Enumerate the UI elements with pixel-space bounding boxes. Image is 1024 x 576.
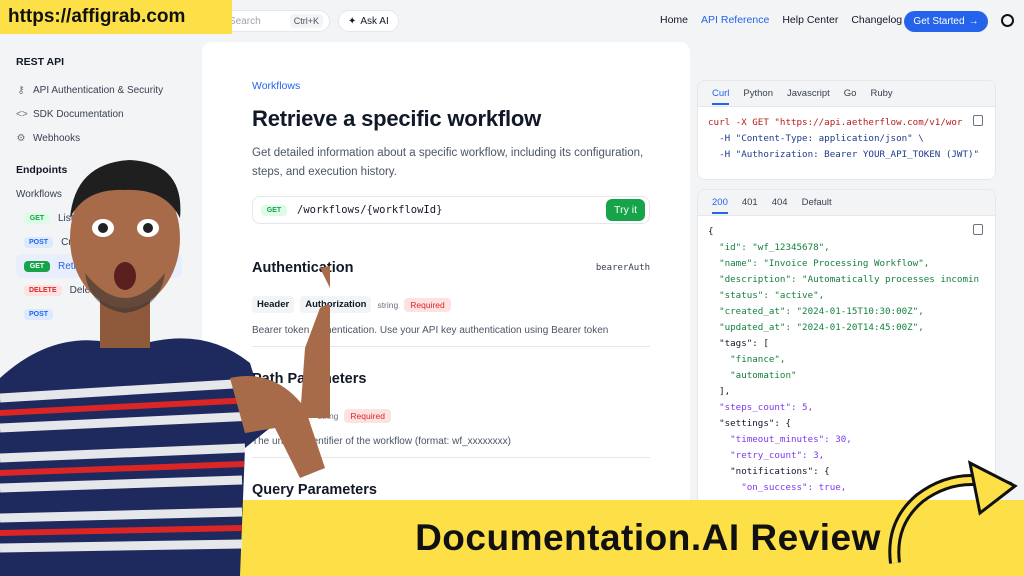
required-badge: Required [404,297,451,312]
nav-link-help-center[interactable]: Help Center [782,14,838,26]
tab-javascript[interactable]: Javascript [787,88,830,99]
code-line: "tags": [ [708,338,769,349]
sidebar-section-rest-api: REST API [16,56,65,68]
tab-404[interactable]: 404 [772,197,788,208]
tab-401[interactable]: 401 [742,197,758,208]
tab-200[interactable]: 200 [712,197,728,214]
endpoint-path: /workflows/{workflowId} [297,204,443,216]
sun-icon[interactable] [1001,14,1014,27]
site-url: https://affigrab.com [8,6,186,27]
ask-ai-label: Ask AI [360,15,389,27]
code-line: "settings": { [708,418,791,429]
sidebar-item-label: Webhooks [33,132,81,144]
search-shortcut: Ctrl+K [289,14,323,28]
sidebar-item-label: SDK Documentation [33,108,124,120]
ask-ai-button[interactable]: ✦ Ask AI [338,10,399,32]
code-line: -H "Authorization: Bearer YOUR_API_TOKEN… [708,149,980,160]
nav-link-changelog[interactable]: Changelog [851,14,902,26]
request-code: curl -X GET "https://api.aetherflow.com/… [698,107,995,179]
code-line: ], [708,386,731,397]
get-started-label: Get Started [913,16,965,27]
sidebar-item-sdk-documentation[interactable]: <> SDK Documentation [16,102,200,126]
request-code-panel: Curl Python Javascript Go Ruby curl -X G… [697,80,996,180]
code-line: "timeout_minutes": 30, [708,434,852,445]
webhook-icon: ⚙ [16,132,26,144]
code-line: curl -X GET "https://api.aetherflow.com/… [708,117,963,128]
code-line: "status": "active", [708,290,825,301]
tab-ruby[interactable]: Ruby [870,88,892,99]
code-line: "created_at": "2024-01-15T10:30:00Z", [708,306,924,317]
code-icon: <> [16,108,28,120]
code-line: "finance", [708,354,786,365]
site-url-banner: https://affigrab.com [0,0,232,34]
sidebar-item-webhooks[interactable]: ⚙ Webhooks [16,126,200,150]
code-line: "steps_count": 5, [708,402,814,413]
response-status-tabs: 200 401 404 Default [698,190,995,216]
nav-links: Home API Reference Help Center Changelog [660,14,902,26]
required-badge: Required [344,408,391,423]
arrow-right-icon: → [968,16,979,27]
language-tabs: Curl Python Javascript Go Ruby [698,81,995,107]
code-line: "name": "Invoice Processing Workflow", [708,258,930,269]
review-title: Documentation.AI Review [415,517,881,558]
screenshot-root: Search Ctrl+K ✦ Ask AI Home API Referenc… [0,0,1024,576]
tab-default[interactable]: Default [802,197,832,208]
param-type: string [377,299,399,310]
try-it-button[interactable]: Try it [606,199,645,221]
code-line: "automation" [708,370,797,381]
presenter-photo [0,160,330,576]
code-line: "id": "wf_12345678", [708,242,830,253]
code-line: { [708,226,714,237]
nav-link-home[interactable]: Home [660,14,688,26]
tab-go[interactable]: Go [844,88,857,99]
code-line: -H "Content-Type: application/json" \ [708,133,924,144]
copy-icon[interactable] [973,115,983,126]
code-line: "updated_at": "2024-01-20T14:45:00Z", [708,322,924,333]
sparkle-icon: ✦ [348,15,357,27]
key-icon: ⚷ [17,84,25,96]
copy-icon[interactable] [973,224,983,235]
get-started-button[interactable]: Get Started → [904,11,988,32]
breadcrumb[interactable]: Workflows [252,80,650,92]
tab-curl[interactable]: Curl [712,88,730,105]
sidebar-item-label: API Authentication & Security [33,84,164,96]
auth-scheme: bearerAuth [595,263,650,273]
code-line: "description": "Automatically processes … [708,274,980,285]
search-placeholder: Search [229,15,261,27]
nav-link-api-reference[interactable]: API Reference [701,14,769,26]
tab-python[interactable]: Python [743,88,773,99]
curved-arrow-icon [888,460,1018,564]
sidebar-item-api-authentication[interactable]: ⚷ API Authentication & Security [16,78,200,102]
page-title: Retrieve a specific workflow [252,106,542,131]
